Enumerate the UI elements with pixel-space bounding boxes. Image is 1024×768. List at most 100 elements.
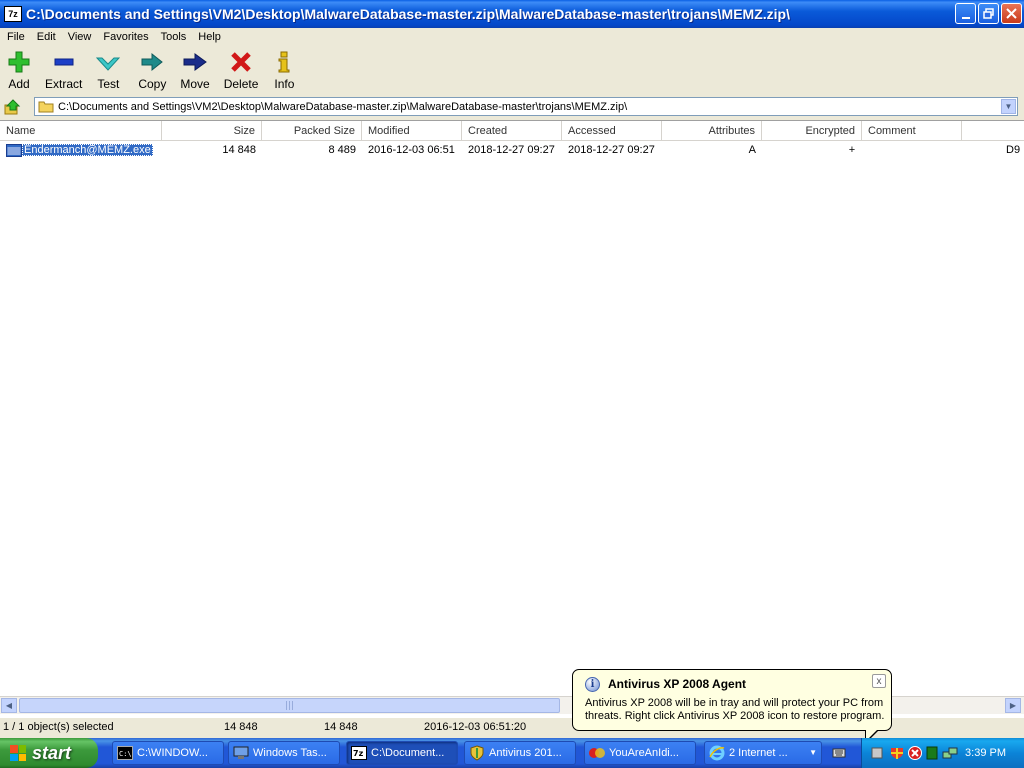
delete-button[interactable]: Delete: [223, 51, 259, 94]
taskbar-button-task-manager[interactable]: Windows Tas...: [228, 741, 340, 765]
checkmark-icon: [96, 51, 121, 73]
cell-comment: [862, 141, 962, 159]
status-size: 14 848: [224, 721, 258, 733]
keyboard-icon[interactable]: [832, 746, 846, 763]
grip-icon: |||: [284, 700, 295, 711]
taskbar-label: C:\Document...: [371, 747, 445, 759]
toolbar: Add Extract Test Copy Move Delete Info: [0, 46, 1024, 94]
info-button[interactable]: Info: [274, 51, 294, 94]
info-icon: i: [585, 677, 600, 692]
menu-file[interactable]: File: [2, 31, 30, 43]
test-label: Test: [97, 77, 120, 91]
menu-view[interactable]: View: [63, 31, 97, 43]
taskbar-button-7zip[interactable]: 7z C:\Document...: [346, 741, 458, 765]
column-accessed[interactable]: Accessed: [562, 121, 662, 140]
error-icon[interactable]: [908, 746, 922, 760]
scroll-right-button[interactable]: ▶: [1005, 698, 1021, 713]
up-folder-icon: [4, 99, 21, 115]
move-button[interactable]: Move: [180, 51, 210, 94]
7zip-icon: 7z: [351, 745, 367, 761]
up-folder-button[interactable]: [4, 98, 22, 116]
cell-packed-size: 8 489: [328, 144, 356, 156]
window-title: C:\Documents and Settings\VM2\Desktop\Ma…: [26, 6, 790, 22]
column-size[interactable]: Size: [162, 121, 262, 140]
move-label: Move: [180, 77, 210, 91]
column-header-row: Name Size Packed Size Modified Created A…: [0, 121, 1024, 141]
taskbar-label: C:\WINDOW...: [137, 747, 208, 759]
start-button[interactable]: start: [0, 738, 98, 768]
taskbar-button-internet-explorer[interactable]: 2 Internet ... ▼: [704, 741, 822, 765]
cell-accessed: 2018-12-27 09:27: [568, 144, 655, 156]
extract-button[interactable]: Extract: [45, 51, 82, 94]
menu-edit[interactable]: Edit: [32, 31, 61, 43]
minimize-icon: [961, 16, 970, 19]
column-modified[interactable]: Modified: [362, 121, 462, 140]
address-field[interactable]: C:\Documents and Settings\VM2\Desktop\Ma…: [34, 97, 1018, 116]
column-attributes[interactable]: Attributes: [662, 121, 762, 140]
cell-name[interactable]: Endermanch@MEMZ.exe: [0, 141, 162, 159]
plus-icon: [8, 51, 30, 73]
add-button[interactable]: Add: [8, 51, 30, 94]
column-name[interactable]: Name: [0, 121, 162, 140]
7zip-app-icon[interactable]: 7z: [4, 6, 22, 22]
scroll-thumb[interactable]: |||: [19, 698, 560, 713]
task-manager-icon: [233, 745, 249, 761]
close-icon: x: [876, 675, 882, 687]
column-packed-size[interactable]: Packed Size: [262, 121, 362, 140]
tray-green-icon[interactable]: [926, 746, 940, 760]
chevron-down-icon: ▼: [1004, 102, 1013, 111]
shield-icon: [469, 745, 485, 761]
column-encrypted[interactable]: Encrypted: [762, 121, 862, 140]
menu-tools[interactable]: Tools: [156, 31, 192, 43]
cell-created: 2018-12-27 09:27: [468, 144, 555, 156]
balloon-text: Antivirus XP 2008 will be in tray and wi…: [585, 697, 885, 722]
menu-favorites[interactable]: Favorites: [98, 31, 153, 43]
balloon-title: Antivirus XP 2008 Agent: [608, 677, 747, 691]
balloon-close-button[interactable]: x: [872, 674, 886, 688]
taskbar: start C:\ C:\WINDOW... Windows Tas... 7z…: [0, 738, 1024, 768]
start-label: start: [32, 742, 72, 763]
cell-size: 14 848: [222, 144, 256, 156]
extract-label: Extract: [45, 77, 83, 91]
network-icon[interactable]: [942, 746, 958, 760]
copy-button[interactable]: Copy: [138, 51, 166, 94]
address-dropdown-button[interactable]: ▼: [1001, 99, 1016, 114]
internet-explorer-icon: [709, 745, 725, 761]
menu-help[interactable]: Help: [193, 31, 226, 43]
status-selection: 1 / 1 object(s) selected: [3, 721, 114, 733]
scroll-left-button[interactable]: ◀: [1, 698, 17, 713]
add-label: Add: [8, 77, 30, 91]
notification-balloon[interactable]: i Antivirus XP 2008 Agent x Antivirus XP…: [572, 669, 892, 744]
taskbar-button-youareanidiot[interactable]: YouAreAnIdi...: [584, 741, 696, 765]
copy-label: Copy: [138, 77, 167, 91]
svg-text:C:\: C:\: [119, 750, 132, 758]
cell-modified: 2016-12-03 06:51: [368, 144, 455, 156]
restore-button[interactable]: [978, 3, 999, 24]
taskbar-label: Antivirus 201...: [489, 747, 562, 759]
system-tray: 3:39 PM: [861, 738, 1024, 768]
status-modified: 2016-12-03 06:51:20: [424, 721, 527, 733]
info-icon: [277, 51, 291, 73]
arrow-right-icon: ▶: [1009, 701, 1017, 710]
delete-label: Delete: [223, 77, 259, 91]
svg-text:7z: 7z: [353, 749, 364, 758]
table-row[interactable]: Endermanch@MEMZ.exe 14 848 8 489 2016-12…: [0, 141, 1024, 159]
column-comment[interactable]: Comment: [862, 121, 962, 140]
chevron-down-icon: ▼: [809, 748, 817, 757]
close-button[interactable]: [1001, 3, 1022, 24]
restore-icon: [983, 8, 994, 19]
taskbar-button-antivirus[interactable]: Antivirus 201...: [464, 741, 576, 765]
minimize-button[interactable]: [955, 3, 976, 24]
taskbar-label: Windows Tas...: [253, 747, 327, 759]
shield-icon[interactable]: [890, 746, 904, 760]
test-button[interactable]: Test: [96, 51, 121, 94]
minus-icon: [53, 51, 75, 73]
tray-antivirus-icon[interactable]: [870, 746, 884, 760]
clock[interactable]: 3:39 PM: [965, 747, 1006, 759]
close-icon: [1006, 8, 1017, 19]
folder-icon: [38, 101, 54, 113]
exe-file-icon: [6, 143, 22, 157]
taskbar-button-cmd[interactable]: C:\ C:\WINDOW...: [112, 741, 224, 765]
column-created[interactable]: Created: [462, 121, 562, 140]
cell-attributes: A: [748, 144, 756, 156]
